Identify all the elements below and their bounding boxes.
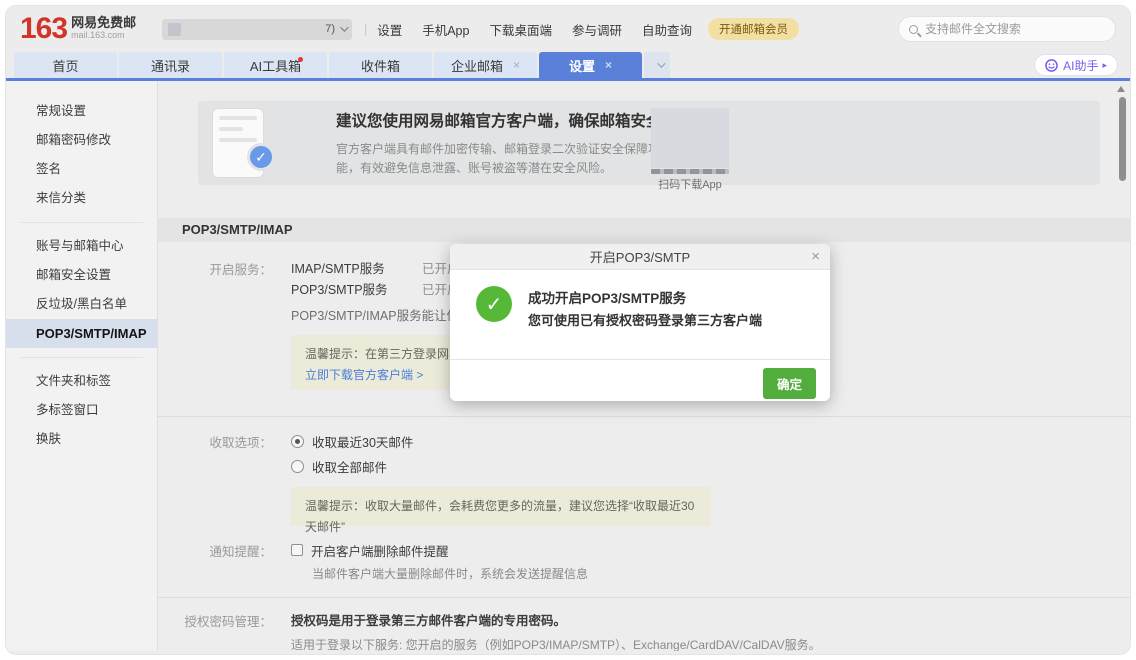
- phone-illustration: ✓: [212, 108, 264, 178]
- qr-code: [651, 108, 729, 168]
- sidebar-item-account-center[interactable]: 账号与邮箱中心: [6, 232, 157, 261]
- success-check-icon: ✓: [476, 286, 512, 322]
- banner-title: 建议您使用网易邮箱官方客户端，确保邮箱安全: [336, 109, 681, 131]
- auth-desc-2: 适用于登录以下服务: 您开启的服务（例如POP3/IMAP/SMTP）、Exch…: [291, 636, 821, 651]
- logo-163: 163: [20, 14, 67, 44]
- scrollbar-thumb[interactable]: [1119, 97, 1126, 181]
- imap-service-name: IMAP/SMTP服务: [291, 258, 422, 277]
- delete-reminder-checkbox[interactable]: 开启客户端删除邮件提醒: [291, 540, 588, 560]
- member-badge[interactable]: 开通邮箱会员: [708, 18, 799, 40]
- sidebar-item-general[interactable]: 常规设置: [6, 97, 157, 126]
- radio-recent-30-days[interactable]: 收取最近30天邮件: [291, 431, 711, 451]
- notify-row: 通知提醒： 开启客户端删除邮件提醒 当邮件客户端大量删除邮件时，系统会发送提醒信…: [158, 540, 1130, 582]
- app-window: 163 网易免费邮 mail.163.com 7) | 设置 手机App 下载桌…: [6, 6, 1130, 654]
- sidebar-divider: [20, 222, 143, 223]
- survey-link[interactable]: 参与调研: [572, 20, 622, 39]
- tab-contacts[interactable]: 通讯录: [119, 52, 222, 78]
- logo-name: 网易免费邮: [71, 15, 136, 30]
- dialog-title: 开启POP3/SMTP: [590, 247, 690, 266]
- smiley-icon: [1045, 59, 1058, 72]
- pop3-service-name: POP3/SMTP服务: [291, 279, 422, 298]
- sidebar-item-folders-tags[interactable]: 文件夹和标签: [6, 367, 157, 396]
- logo[interactable]: 163 网易免费邮 mail.163.com: [20, 14, 136, 44]
- tab-overflow-button[interactable]: [644, 52, 670, 78]
- section-title: POP3/SMTP/IMAP: [158, 218, 1130, 242]
- settings-sidebar: 常规设置 邮箱密码修改 签名 来信分类 账号与邮箱中心 邮箱安全设置 反垃圾/黑…: [6, 81, 158, 651]
- checkbox-icon[interactable]: [291, 544, 303, 556]
- ai-assistant-button[interactable]: AI助手 ▸: [1034, 54, 1118, 76]
- auth-password-row: 授权密码管理： 授权码是用于登录第三方邮件客户端的专用密码。 适用于登录以下服务…: [158, 610, 1130, 651]
- header-links: 设置 手机App 下载桌面端 参与调研 自助查询: [377, 20, 692, 39]
- sidebar-divider: [20, 357, 143, 358]
- close-tab-icon[interactable]: ×: [605, 58, 612, 72]
- account-selector[interactable]: 7): [162, 19, 352, 40]
- dialog-title-bar[interactable]: 开启POP3/SMTP ×: [450, 244, 830, 270]
- sidebar-item-skin[interactable]: 换肤: [6, 425, 157, 454]
- close-icon[interactable]: ×: [811, 248, 820, 265]
- chevron-down-icon: [340, 23, 348, 31]
- tab-settings[interactable]: 设置×: [539, 52, 642, 78]
- tab-inbox[interactable]: 收件箱: [329, 52, 432, 78]
- pop3-smtp-dialog: 开启POP3/SMTP × ✓ 成功开启POP3/SMTP服务 您可使用已有授权…: [450, 244, 830, 401]
- self-help-link[interactable]: 自助查询: [642, 20, 692, 39]
- dialog-footer: 确定: [450, 359, 830, 401]
- banner-desc: 官方客户端具有邮件加密传输、邮箱登录二次验证安全保障功能，有效避免信息泄露、账号…: [336, 140, 681, 178]
- account-icon: [168, 23, 181, 36]
- tab-bar: 首页 通讯录 AI工具箱 收件箱 企业邮箱× 设置× AI助手 ▸: [6, 52, 1130, 81]
- tab-home[interactable]: 首页: [14, 52, 117, 78]
- mobile-app-link[interactable]: 手机App: [422, 20, 469, 39]
- ai-assistant-label: AI助手: [1063, 57, 1098, 74]
- radio-selected-icon[interactable]: [291, 435, 304, 448]
- auth-desc-1: 授权码是用于登录第三方邮件客户端的专用密码。: [291, 610, 821, 629]
- top-bar: 163 网易免费邮 mail.163.com 7) | 设置 手机App 下载桌…: [6, 6, 1130, 52]
- sidebar-item-pop3-smtp-imap[interactable]: POP3/SMTP/IMAP: [6, 319, 157, 348]
- arrow-right-icon: ▸: [1102, 60, 1107, 71]
- section-divider: [158, 416, 1130, 417]
- dialog-body: ✓ 成功开启POP3/SMTP服务 您可使用已有授权密码登录第三方客户端: [450, 270, 830, 359]
- receive-options-label: 收取选项：: [158, 431, 272, 526]
- auth-password-label: 授权密码管理：: [158, 610, 272, 651]
- account-text: 7): [325, 23, 335, 35]
- chevron-down-icon: [657, 59, 665, 67]
- qr-blurred-text: [651, 169, 729, 174]
- section-divider: [158, 597, 1130, 598]
- search-box[interactable]: [898, 16, 1116, 42]
- close-tab-icon[interactable]: ×: [513, 58, 520, 72]
- sidebar-item-multitab[interactable]: 多标签窗口: [6, 396, 157, 425]
- notify-label: 通知提醒：: [158, 540, 272, 582]
- tip-box-traffic: 温馨提示：收取大量邮件，会耗费您更多的流量，建议您选择“收取最近30天邮件”: [291, 487, 711, 526]
- search-icon: [909, 25, 918, 34]
- sidebar-item-password[interactable]: 邮箱密码修改: [6, 126, 157, 155]
- sidebar-item-antispam[interactable]: 反垃圾/黑白名单: [6, 290, 157, 319]
- confirm-button[interactable]: 确定: [763, 368, 816, 399]
- receive-options-row: 收取选项： 收取最近30天邮件 收取全部邮件 温馨提示：收取大量邮件，会耗费您更…: [158, 431, 1130, 526]
- enable-service-label: 开启服务：: [158, 258, 272, 390]
- client-promo-banner: ✓ 建议您使用网易邮箱官方客户端，确保邮箱安全 官方客户端具有邮件加密传输、邮箱…: [198, 101, 1100, 185]
- logo-domain: mail.163.com: [71, 30, 136, 41]
- notification-dot: [298, 57, 303, 62]
- radio-icon[interactable]: [291, 460, 304, 473]
- header-divider: |: [364, 22, 367, 36]
- sidebar-item-mail-sorting[interactable]: 来信分类: [6, 184, 157, 213]
- tab-enterprise-mail[interactable]: 企业邮箱×: [434, 52, 537, 78]
- radio-all-mail[interactable]: 收取全部邮件: [291, 456, 711, 476]
- shield-check-icon: ✓: [247, 143, 275, 171]
- dialog-message-1: 成功开启POP3/SMTP服务: [528, 287, 686, 307]
- desktop-download-link[interactable]: 下载桌面端: [489, 20, 552, 39]
- notify-description: 当邮件客户端大量删除邮件时，系统会发送提醒信息: [312, 565, 588, 582]
- search-input[interactable]: [925, 22, 1095, 36]
- qr-download: 扫码下载App: [650, 108, 730, 192]
- settings-link[interactable]: 设置: [377, 20, 402, 39]
- qr-caption: 扫码下载App: [650, 176, 730, 192]
- sidebar-item-security[interactable]: 邮箱安全设置: [6, 261, 157, 290]
- scroll-up-arrow[interactable]: [1117, 86, 1125, 92]
- sidebar-item-signature[interactable]: 签名: [6, 155, 157, 184]
- dialog-message-2: 您可使用已有授权密码登录第三方客户端: [528, 310, 762, 329]
- tab-ai-tools[interactable]: AI工具箱: [224, 52, 327, 78]
